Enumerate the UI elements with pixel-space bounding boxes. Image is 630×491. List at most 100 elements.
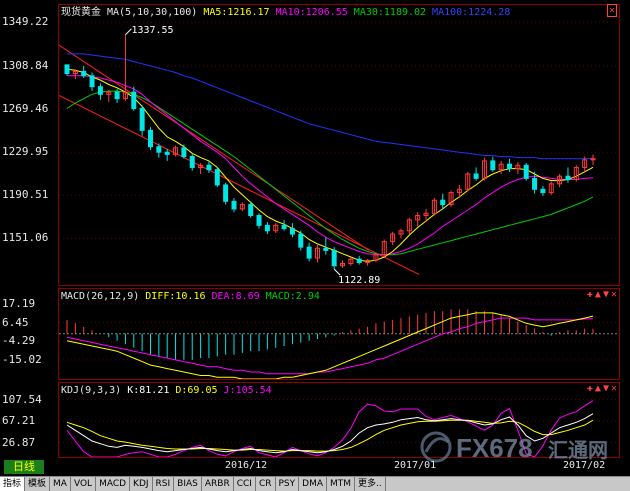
quote-chart-window: 1349.22 1308.84 1269.46 1229.95 1190.51 1151.… (0, 0, 630, 491)
low-price-label: 1122.89 (338, 275, 380, 285)
candle-down (440, 199, 446, 206)
candle-down (331, 249, 337, 267)
candle-down (223, 184, 229, 202)
time-axis: 2016/12 2017/01 2017/02 (0, 458, 630, 474)
watermark-logo-icon (420, 431, 452, 463)
macd-panel[interactable]: MACD(26,12,9) DIFF:10.16 DEA:8.69 MACD:2.94… (58, 288, 620, 380)
up-arrow-icon[interactable]: ▲ (595, 383, 601, 394)
k-value: K:81.21 (127, 385, 170, 396)
plus-icon[interactable]: ✚ (587, 383, 593, 394)
candle-down (264, 224, 270, 232)
trend-channel-upper (59, 44, 370, 251)
price-header: 现货黄金 MA(5,10,30,100) MA5:1216.17 MA10:1206.… (61, 7, 516, 19)
candle-down (164, 151, 170, 155)
y-tick-label: 1308.84 (2, 59, 49, 73)
indicator-tab-bar: 指标 模板 MA VOL MACD KDJ RSI BIAS ARBR CCI CR PSY DMA MT… (0, 476, 630, 491)
macd-header: MACD(26,12,9) DIFF:10.16 DEA:8.69 MACD:2.94 (61, 291, 326, 303)
candle-down (181, 147, 187, 158)
ma100-value: MA100:1224.28 (432, 7, 511, 18)
macd-value: MACD:2.94 (265, 291, 320, 302)
ma10-value: MA10:1206.55 (275, 7, 348, 18)
y-tick-label: 67.21 (2, 414, 36, 428)
tab-cci[interactable]: CCI (234, 477, 256, 491)
kdj-header: KDJ(9,3,3) K:81.21 D:69.05 J:105.54 (61, 385, 278, 397)
candle-down (289, 228, 295, 235)
ma-parameters: MA(5,10,30,100) (107, 7, 198, 18)
macd-panel-controls: ✚ ▲ ▼ ✕ (585, 290, 617, 300)
tab-templates[interactable]: 模板 (25, 477, 51, 491)
candle-down (231, 200, 237, 210)
candle-down (523, 164, 529, 179)
ma30-value: MA30:1189.02 (353, 7, 427, 18)
high-price-label: 1337.55 (131, 25, 173, 36)
j-value: J:105.54 (223, 385, 272, 396)
tab-kdj[interactable]: KDJ (130, 477, 153, 491)
candle-down (323, 247, 329, 251)
macd-parameters: MACD(26,12,9) (61, 291, 140, 302)
tab-macd[interactable]: MACD (96, 477, 131, 491)
tab-rsi[interactable]: RSI (153, 477, 175, 491)
candle-down (81, 70, 87, 77)
tab-arbr[interactable]: ARBR (202, 477, 234, 491)
dea-value: DEA:8.69 (211, 291, 260, 302)
y-tick-label: 1190.51 (2, 188, 49, 202)
y-tick-label: 17.19 (2, 296, 36, 310)
down-arrow-icon[interactable]: ▼ (603, 289, 609, 300)
tab-indicators[interactable]: 指标 (0, 477, 26, 491)
tab-mtm[interactable]: MTM (327, 477, 356, 491)
candle-down (490, 160, 496, 171)
kdj-y-axis: 107.54 67.21 26.87 (0, 382, 58, 458)
candle-down (64, 64, 70, 75)
candle-down (281, 224, 287, 230)
watermark-logo-swoosh (424, 437, 449, 453)
y-tick-label: 1229.95 (2, 145, 49, 159)
candle-down (256, 215, 262, 226)
candle-down (189, 156, 195, 168)
diff-line (66, 312, 594, 379)
close-icon[interactable]: ✕ (606, 4, 617, 17)
macd-y-axis: 17.19 6.45 -4.29 -15.02 (0, 288, 58, 380)
y-tick-label: 107.54 (2, 392, 42, 406)
tab-ma[interactable]: MA (50, 477, 71, 491)
price-chart[interactable]: 1337.55 1122.89 (59, 5, 619, 285)
period-selector[interactable]: 日线 (4, 460, 44, 474)
tab-more[interactable]: 更多.. (355, 477, 386, 491)
y-tick-label: -15.02 (2, 352, 42, 366)
candle-down (248, 204, 254, 216)
kdj-panel-controls: ✚ ▲ ▼ ✕ (585, 384, 617, 394)
candle-down (507, 163, 513, 170)
candle-down (540, 188, 546, 194)
candle-down (306, 246, 312, 259)
price-panel[interactable]: 1337.55 1122.89 现货黄金 MA(5,10,30,100) MA5:12… (58, 4, 620, 286)
candle-down (206, 164, 212, 171)
tab-cr[interactable]: CR (256, 477, 276, 491)
candle-down (131, 91, 137, 110)
candle-down (473, 173, 479, 179)
candle-down (156, 146, 162, 153)
ma100-line (67, 53, 594, 160)
candle-down (147, 129, 153, 148)
candle-down (139, 108, 145, 131)
y-tick-label: 1269.46 (2, 102, 49, 116)
y-tick-label: 26.87 (2, 435, 36, 449)
d-value: D:69.05 (175, 385, 218, 396)
down-arrow-icon[interactable]: ▼ (603, 383, 609, 394)
candle-down (114, 91, 120, 100)
price-panel-controls: ✕ (605, 4, 617, 17)
y-tick-label: 6.45 (2, 315, 29, 329)
close-icon[interactable]: ✕ (611, 383, 617, 394)
tab-dma[interactable]: DMA (299, 477, 327, 491)
close-icon[interactable]: ✕ (611, 289, 617, 300)
tab-vol[interactable]: VOL (71, 477, 97, 491)
tab-bias[interactable]: BIAS (174, 477, 202, 491)
candle-down (97, 86, 103, 95)
tab-psy[interactable]: PSY (276, 477, 300, 491)
plus-icon[interactable]: ✚ (587, 289, 593, 300)
candle-down (356, 258, 362, 263)
candle-down (214, 169, 220, 186)
candle-down (565, 175, 571, 180)
y-tick-label: 1151.06 (2, 231, 49, 245)
diff-value: DIFF:10.16 (145, 291, 206, 302)
time-label-2016-12: 2016/12 (225, 460, 268, 471)
up-arrow-icon[interactable]: ▲ (595, 289, 601, 300)
